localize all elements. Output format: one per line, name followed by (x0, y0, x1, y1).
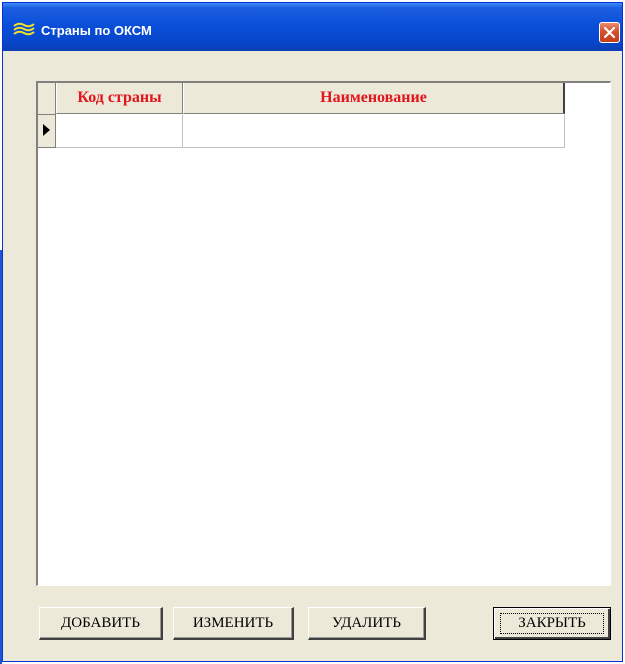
window-close-button[interactable] (599, 22, 620, 43)
cell-country-name[interactable] (183, 115, 565, 148)
close-button-label: ЗАКРЫТЬ (500, 613, 604, 634)
oksm-countries-window: Страны по ОКСМ Код страны Наименование Д… (2, 2, 623, 662)
cell-country-code[interactable] (56, 115, 183, 148)
add-button[interactable]: ДОБАВИТЬ (39, 607, 163, 640)
title-bar[interactable]: Страны по ОКСМ (3, 3, 622, 51)
row-pointer-icon (43, 124, 50, 136)
delete-button[interactable]: УДАЛИТЬ (308, 607, 426, 640)
countries-grid[interactable]: Код страны Наименование (36, 81, 611, 586)
grid-header-corner (38, 83, 56, 115)
column-header-code[interactable]: Код страны (56, 83, 183, 114)
edit-button[interactable]: ИЗМЕНИТЬ (173, 607, 294, 640)
window-title: Страны по ОКСМ (41, 23, 152, 38)
oksm-app-icon (13, 22, 35, 36)
row-selector[interactable] (38, 115, 56, 148)
column-header-name[interactable]: Наименование (183, 83, 565, 114)
close-button[interactable]: ЗАКРЫТЬ (493, 607, 611, 640)
close-icon (604, 27, 615, 38)
